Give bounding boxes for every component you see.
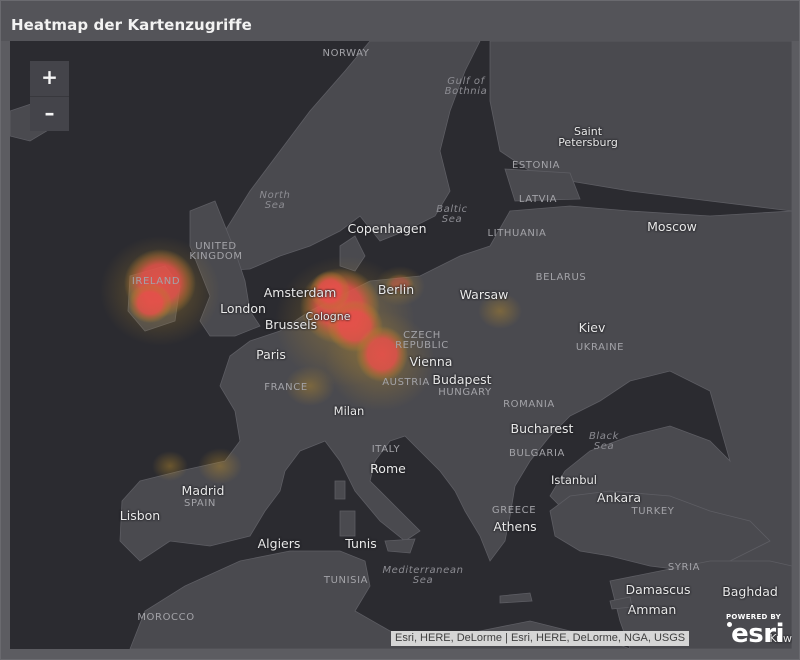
country-label-greece: GREECE — [491, 505, 537, 516]
sea-label-gulf-of-bothnia: Gulf of Bothnia — [444, 76, 488, 97]
city-label-lisbon: Lisbon — [119, 508, 161, 523]
map-view[interactable]: NORWAY ESTONIA LATVIA LITHUANIA UNITED K… — [10, 41, 792, 649]
country-label-united-kingdom: UNITED KINGDOM — [189, 241, 243, 262]
country-label-latvia: LATVIA — [518, 194, 558, 205]
sea-label-black-sea: Black Sea — [588, 431, 620, 452]
country-label-italy: ITALY — [371, 444, 401, 455]
city-label-amsterdam: Amsterdam — [263, 285, 337, 300]
city-label-paris: Paris — [256, 347, 286, 362]
zoom-in-button[interactable]: + — [30, 61, 69, 97]
city-label-rome: Rome — [370, 461, 406, 476]
city-label-amman: Amman — [627, 602, 677, 617]
city-label-vienna: Vienna — [409, 354, 453, 369]
city-label-athens: Athens — [493, 519, 537, 534]
country-label-morocco: MOROCCO — [137, 612, 195, 623]
city-label-milan: Milan — [333, 404, 365, 418]
city-label-damascus: Damascus — [625, 582, 691, 597]
country-label-lithuania: LITHUANIA — [487, 228, 547, 239]
country-label-czech-republic: CZECH REPUBLIC — [395, 330, 449, 351]
city-label-moscow: Moscow — [647, 219, 697, 234]
city-label-berlin: Berlin — [377, 282, 415, 297]
country-label-bulgaria: BULGARIA — [509, 448, 565, 459]
country-label-norway: NORWAY — [322, 48, 370, 59]
country-label-belarus: BELARUS — [535, 272, 587, 283]
city-label-baghdad: Baghdad — [722, 584, 778, 599]
city-label-algiers: Algiers — [257, 536, 301, 551]
city-label-warsaw: Warsaw — [459, 287, 509, 302]
city-label-saint-petersburg: Saint Petersburg — [558, 125, 618, 149]
city-label-ankara: Ankara — [597, 490, 641, 505]
city-label-cologne: Cologne — [305, 310, 351, 323]
city-label-copenhagen: Copenhagen — [347, 221, 427, 236]
country-label-romania: ROMANIA — [503, 399, 555, 410]
country-label-turkey: TURKEY — [631, 506, 675, 517]
title-bar: Heatmap der Kartenzugriffe — [1, 1, 799, 41]
country-label-tunisia: TUNISIA — [323, 575, 369, 586]
country-label-ukraine: UKRAINE — [575, 342, 625, 353]
country-label-france: FRANCE — [264, 382, 308, 393]
zoom-control: + – — [30, 61, 69, 131]
country-label-austria: AUSTRIA — [382, 377, 430, 388]
map-attribution: Esri, HERE, DeLorme | Esri, HERE, DeLorm… — [391, 631, 690, 646]
country-label-syria: SYRIA — [667, 562, 701, 573]
city-label-tunis: Tunis — [345, 536, 377, 551]
sea-label-north-sea: North Sea — [259, 190, 291, 211]
city-label-bucharest: Bucharest — [510, 421, 574, 436]
widget-title: Heatmap der Kartenzugriffe — [11, 16, 252, 34]
city-label-kiev: Kiev — [578, 320, 606, 335]
city-label-budapest: Budapest — [432, 372, 492, 387]
heatmap-widget: Heatmap der Kartenzugriffe NORWAY ESTONI… — [0, 0, 800, 660]
city-label-madrid: Madrid — [181, 483, 225, 498]
esri-wordmark: esri — [731, 619, 784, 649]
sea-label-baltic-sea: Baltic Sea — [436, 204, 468, 225]
country-label-hungary: HUNGARY — [438, 387, 492, 398]
country-label-estonia: ESTONIA — [511, 160, 561, 171]
city-label-istanbul: Istanbul — [550, 473, 598, 487]
country-label-ireland: IRELAND — [131, 276, 181, 287]
country-label-spain: SPAIN — [183, 498, 217, 509]
esri-logo[interactable]: POWERED BY esri — [726, 613, 786, 649]
sea-label-mediterranean-sea: Mediterranean Sea — [382, 565, 464, 586]
zoom-out-button[interactable]: – — [30, 97, 69, 132]
city-label-london: London — [220, 301, 266, 316]
